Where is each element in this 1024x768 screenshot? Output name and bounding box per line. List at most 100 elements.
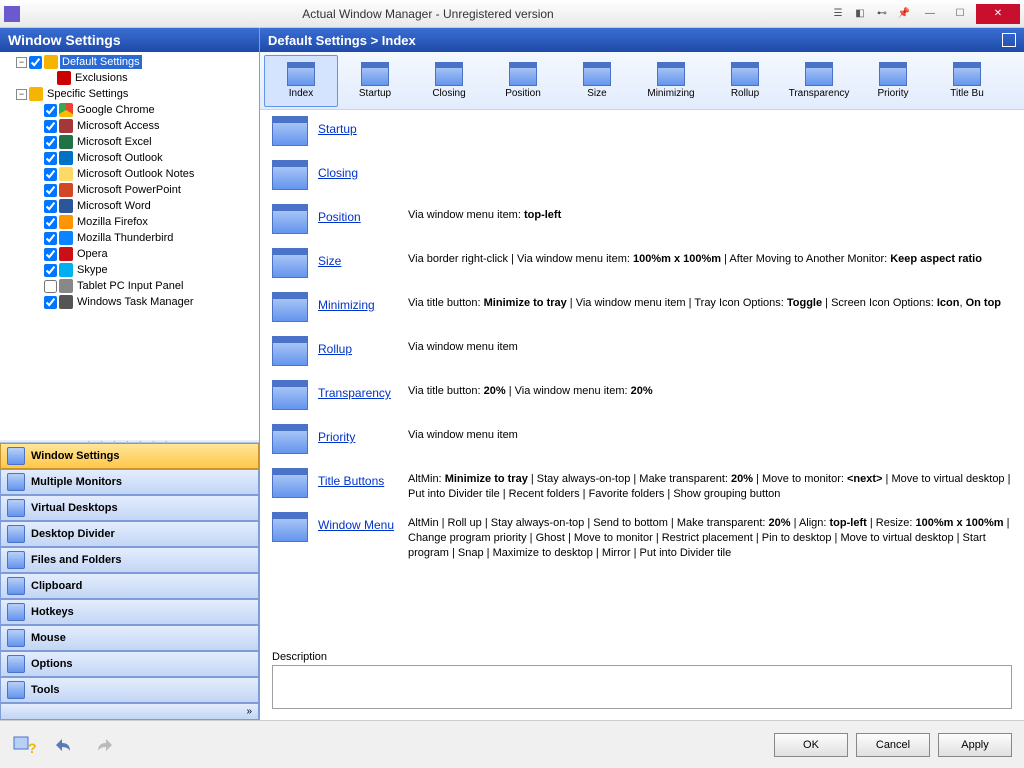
tree-item[interactable]: Mozilla Thunderbird: [0, 230, 259, 246]
maximize-button[interactable]: ☐: [946, 4, 974, 24]
tool-rollup[interactable]: Rollup: [708, 55, 782, 107]
tree-item[interactable]: Tablet PC Input Panel: [0, 278, 259, 294]
settings-tree[interactable]: − Default Settings Exclusions − Specific…: [0, 52, 259, 440]
tool-size[interactable]: Size: [560, 55, 634, 107]
tool-title bu[interactable]: Title Bu: [930, 55, 1004, 107]
nav-item-virtual desktops[interactable]: Virtual Desktops: [0, 495, 259, 521]
nav-icon: [7, 603, 25, 621]
tree-item[interactable]: Microsoft Access: [0, 118, 259, 134]
undo-icon[interactable]: [52, 733, 76, 757]
tree-label: Microsoft PowerPoint: [75, 183, 183, 197]
tool-icon: [583, 62, 611, 86]
nav-item-tools[interactable]: Tools: [0, 677, 259, 703]
tree-check[interactable]: [44, 216, 57, 229]
apply-button[interactable]: Apply: [938, 733, 1012, 757]
tool-position[interactable]: Position: [486, 55, 560, 107]
tool-minimizing[interactable]: Minimizing: [634, 55, 708, 107]
tool-closing[interactable]: Closing: [412, 55, 486, 107]
tree-check[interactable]: [44, 120, 57, 133]
nav-item-clipboard[interactable]: Clipboard: [0, 573, 259, 599]
tree-label: Microsoft Outlook Notes: [75, 167, 196, 181]
tool-transparency[interactable]: Transparency: [782, 55, 856, 107]
tree-default-settings[interactable]: − Default Settings: [0, 54, 259, 70]
nav-item-desktop divider[interactable]: Desktop Divider: [0, 521, 259, 547]
tree-label: Microsoft Outlook: [75, 151, 165, 165]
tool-index[interactable]: Index: [264, 55, 338, 107]
nav-label: Options: [31, 658, 73, 670]
row-link-transparency[interactable]: Transparency: [318, 380, 408, 400]
row-link-position[interactable]: Position: [318, 204, 408, 224]
row-link-startup[interactable]: Startup: [318, 116, 408, 136]
extra-btn-4[interactable]: 📌: [894, 4, 914, 24]
nav-item-mouse[interactable]: Mouse: [0, 625, 259, 651]
row-description: Via window menu item: [408, 336, 1012, 355]
nav-item-hotkeys[interactable]: Hotkeys: [0, 599, 259, 625]
tree-check[interactable]: [44, 248, 57, 261]
row-link-minimizing[interactable]: Minimizing: [318, 292, 408, 312]
nav-icon: [7, 655, 25, 673]
nav-item-window settings[interactable]: Window Settings: [0, 443, 259, 469]
tree-item[interactable]: Microsoft PowerPoint: [0, 182, 259, 198]
folder-icon: [44, 55, 58, 69]
tool-priority[interactable]: Priority: [856, 55, 930, 107]
nav-icon: [7, 551, 25, 569]
row-description: [408, 160, 1012, 164]
row-link-priority[interactable]: Priority: [318, 424, 408, 444]
nav-icon: [7, 577, 25, 595]
tree-check[interactable]: [44, 200, 57, 213]
row-link-rollup[interactable]: Rollup: [318, 336, 408, 356]
tool-startup[interactable]: Startup: [338, 55, 412, 107]
collapse-icon[interactable]: −: [16, 57, 27, 68]
close-button[interactable]: ✕: [976, 4, 1020, 24]
nav-icon: [7, 525, 25, 543]
tree-check[interactable]: [44, 296, 57, 309]
row-link-title buttons[interactable]: Title Buttons: [318, 468, 408, 488]
row-description: Via title button: Minimize to tray | Via…: [408, 292, 1012, 311]
cancel-button[interactable]: Cancel: [856, 733, 930, 757]
nav-item-files and folders[interactable]: Files and Folders: [0, 547, 259, 573]
tool-label: Position: [505, 88, 541, 99]
tree-item[interactable]: Microsoft Outlook Notes: [0, 166, 259, 182]
detach-icon[interactable]: [1002, 33, 1016, 47]
row-description: Via title button: 20% | Via window menu …: [408, 380, 1012, 399]
tree-item[interactable]: Microsoft Outlook: [0, 150, 259, 166]
tree-item[interactable]: Windows Task Manager: [0, 294, 259, 310]
collapse-icon[interactable]: −: [16, 89, 27, 100]
tree-label: Exclusions: [73, 71, 130, 85]
row-link-closing[interactable]: Closing: [318, 160, 408, 180]
tree-check[interactable]: [44, 232, 57, 245]
redo-icon[interactable]: [92, 733, 116, 757]
help-icon[interactable]: ?: [12, 733, 36, 757]
nav-item-options[interactable]: Options: [0, 651, 259, 677]
tree-item[interactable]: Microsoft Word: [0, 198, 259, 214]
tree-check[interactable]: [44, 152, 57, 165]
tree-item[interactable]: Microsoft Excel: [0, 134, 259, 150]
tree-check[interactable]: [44, 168, 57, 181]
extra-btn-3[interactable]: ⊷: [872, 4, 892, 24]
nav-item-multiple monitors[interactable]: Multiple Monitors: [0, 469, 259, 495]
tree-label: Specific Settings: [45, 87, 130, 101]
tree-item[interactable]: Mozilla Firefox: [0, 214, 259, 230]
tree-specific-settings[interactable]: − Specific Settings: [0, 86, 259, 102]
tree-item[interactable]: Opera: [0, 246, 259, 262]
tree-item[interactable]: Google Chrome: [0, 102, 259, 118]
tree-check[interactable]: [44, 280, 57, 293]
extra-btn-2[interactable]: ◧: [850, 4, 870, 24]
tree-check[interactable]: [44, 264, 57, 277]
description-field[interactable]: [272, 665, 1012, 709]
row-link-size[interactable]: Size: [318, 248, 408, 268]
extra-btn-1[interactable]: ☰: [828, 4, 848, 24]
tree-item[interactable]: Skype: [0, 262, 259, 278]
tree-check[interactable]: [44, 136, 57, 149]
description-section: Description: [260, 647, 1024, 720]
tree-check[interactable]: [44, 104, 57, 117]
app-icon: [59, 135, 73, 149]
minimize-button[interactable]: —: [916, 4, 944, 24]
tree-check[interactable]: [44, 184, 57, 197]
row-link-window menu[interactable]: Window Menu: [318, 512, 408, 532]
nav-overflow[interactable]: »: [0, 703, 259, 720]
tree-check[interactable]: [29, 56, 42, 69]
ok-button[interactable]: OK: [774, 733, 848, 757]
tree-exclusions[interactable]: Exclusions: [0, 70, 259, 86]
setting-row: Size Via border right-click | Via window…: [272, 248, 1012, 284]
